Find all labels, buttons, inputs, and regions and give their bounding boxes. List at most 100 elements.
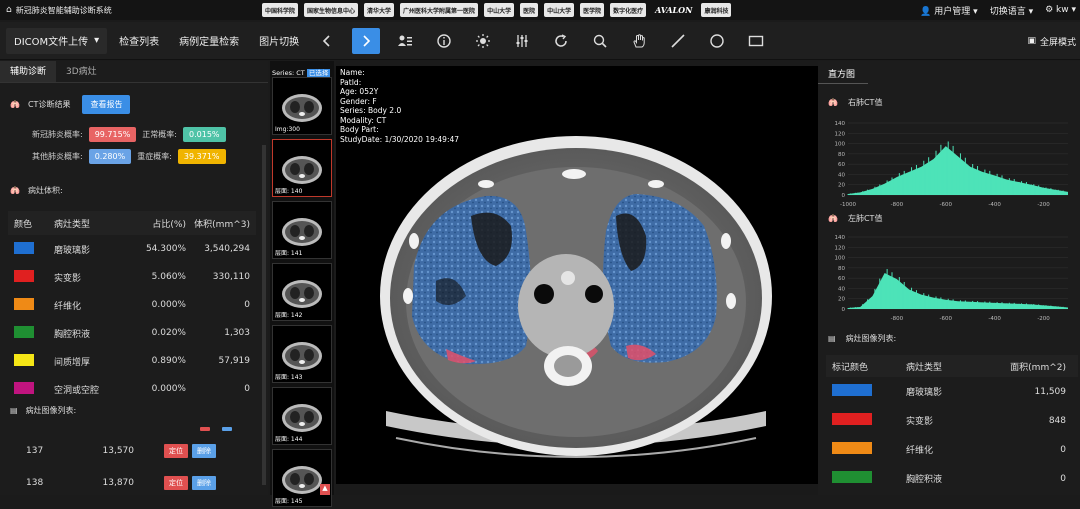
scroll-up-icon[interactable]: ▲ <box>320 484 330 495</box>
list-icon: ▤ <box>828 334 836 343</box>
y-tick-label: 20 <box>838 183 845 189</box>
delete-button[interactable]: 删除 <box>192 444 216 458</box>
lesion-color-cell <box>8 241 54 257</box>
lesion-pct: 54.300% <box>145 244 186 254</box>
rotate-button[interactable] <box>547 28 575 54</box>
lesion-volume-header: 🫁 病灶体积: <box>0 185 63 196</box>
y-tick-label: 100 <box>835 256 846 262</box>
dicom-viewer[interactable]: Name: PatId: Age: 052Y Gender: F Series:… <box>336 66 818 484</box>
locate-button[interactable]: 定位 <box>164 476 188 490</box>
viewer-scrollbar[interactable]: ▲ <box>320 484 818 495</box>
adjust-button[interactable] <box>508 28 536 54</box>
x-tick-label: -400 <box>988 202 1001 208</box>
brightness-button[interactable] <box>469 28 497 54</box>
view-report-button[interactable]: 查看报告 <box>82 95 131 114</box>
prob-row-2: 其他肺炎概率: 0.280% 重症概率: 39.371% <box>32 149 232 164</box>
locate-button[interactable] <box>200 427 210 431</box>
y-tick-label: 140 <box>835 235 846 241</box>
user-admin-menu[interactable]: 👤 用户管理 ▾ <box>920 4 977 17</box>
language-menu[interactable]: 切换语言 ▾ <box>990 4 1033 17</box>
other-prob-label: 其他肺炎概率: <box>32 152 83 161</box>
tab-3d-lesion[interactable]: 3D病灶 <box>56 61 107 82</box>
line-measure-button[interactable] <box>664 28 692 54</box>
area-row: 纤维化 0 <box>826 435 1078 464</box>
left-scrollbar[interactable] <box>262 145 266 485</box>
thumbnail[interactable]: Img:300 <box>272 77 332 135</box>
lesion-pct: 0.890% <box>151 356 186 366</box>
severe-prob-value: 39.371% <box>177 149 226 164</box>
color-swatch <box>832 413 872 425</box>
thumbnail[interactable]: 层面: 144 <box>272 387 332 445</box>
series-header: Series: CT 已选择 <box>272 67 331 77</box>
color-swatch <box>14 381 34 394</box>
partner-logo: AVALON <box>655 5 693 15</box>
marker-color-cell <box>826 471 906 486</box>
lesion-color-cell <box>8 297 54 313</box>
left-lung-histogram: 0 20 40 60 80 100 120 140 -800 -600 -400 -200 <box>835 235 1068 322</box>
pan-button[interactable] <box>625 28 653 54</box>
rectangle-roi-button[interactable] <box>742 28 770 54</box>
area-lesion-type: 纤维化 <box>906 446 934 456</box>
lesion-color-cell <box>8 325 54 341</box>
patient-info-button[interactable] <box>391 28 419 54</box>
histogram-title: 直方图 <box>828 70 856 80</box>
left-panel: 辅助诊断 3D病灶 🫁 CT诊断结果 查看报告 新冠肺炎概率: 99.715% … <box>0 61 268 495</box>
ellipse-roi-button[interactable] <box>703 28 731 54</box>
next-image-button[interactable] <box>352 27 381 54</box>
lesion-color-cell <box>8 269 54 285</box>
image-index: 138 <box>26 478 44 488</box>
lesion-row: 磨玻璃影 54.300% 3,540,294 <box>8 235 256 263</box>
x-tick-label: -800 <box>891 316 904 322</box>
right-image-list-header: ▤ 病灶图像列表: <box>828 333 896 344</box>
area-lesion-type: 实变影 <box>906 417 934 427</box>
list-icon: ▤ <box>10 406 18 415</box>
lesion-volume-label: 病灶体积: <box>27 186 63 195</box>
lesion-color-cell <box>8 353 54 369</box>
partner-logo: 中国科学院 <box>262 3 299 17</box>
zoom-button[interactable] <box>586 28 614 54</box>
thumbnail[interactable]: 层面: 142 <box>272 263 332 321</box>
thumbnail[interactable]: 层面: 140 <box>272 139 332 197</box>
marker-color-cell <box>826 413 906 428</box>
thumbnail[interactable]: 层面: 145 <box>272 449 332 507</box>
area-value: 11,509 <box>1034 386 1067 397</box>
dicom-upload-button[interactable]: DICOM文件上传 ▾ <box>6 27 108 54</box>
ct-result-header: 🫁 CT诊断结果 查看报告 <box>0 95 131 114</box>
partner-logo: 医院 <box>520 3 539 17</box>
thumbnail[interactable]: 层面: 141 <box>272 201 332 259</box>
search-icon <box>593 34 607 48</box>
delete-button[interactable] <box>222 427 232 431</box>
delete-button[interactable]: 删除 <box>192 476 216 490</box>
x-tick-label: -200 <box>1037 316 1050 322</box>
lesion-image-list: 137 13,570 定位 删除 138 13,870 定位 删除 <box>8 427 256 499</box>
dicom-metadata: Name: PatId: Age: 052Y Gender: F Series:… <box>340 68 459 144</box>
partner-logo: 中山大学 <box>484 3 515 17</box>
case-search-button[interactable]: 病例定量检索 <box>171 28 247 54</box>
lesion-type: 实变影 <box>54 273 82 284</box>
series-selected-badge: 已选择 <box>306 69 331 77</box>
app-title-area: ⌂ 新冠肺炎智能辅助诊断系统 <box>0 5 250 16</box>
thumbnail-label: 层面: 141 <box>275 250 303 257</box>
locate-button[interactable]: 定位 <box>164 444 188 458</box>
tab-diagnosis[interactable]: 辅助诊断 <box>0 61 57 82</box>
lungs-icon: 🫁 <box>828 98 838 107</box>
info-button[interactable] <box>430 28 458 54</box>
check-list-button[interactable]: 检查列表 <box>111 28 167 54</box>
image-list-label: 病灶图像列表: <box>25 406 77 415</box>
line-icon <box>671 33 685 48</box>
rectangle-icon <box>748 35 764 46</box>
fullscreen-button[interactable]: ▣ 全屏模式 <box>1027 22 1076 60</box>
area-value: 0 <box>1060 473 1066 484</box>
covid-prob-label: 新冠肺炎概率: <box>32 130 83 139</box>
severe-prob-label: 重症概率: <box>137 152 172 161</box>
y-tick-label: 40 <box>838 172 845 178</box>
lesion-type: 空洞或空腔 <box>54 385 100 396</box>
thumbnail[interactable]: 层面: 143 <box>272 325 332 383</box>
prev-image-button[interactable] <box>313 28 341 54</box>
home-icon[interactable]: ⌂ <box>6 5 12 15</box>
lesion-pct: 0.000% <box>151 300 186 310</box>
color-swatch <box>832 384 872 396</box>
toolbar: DICOM文件上传 ▾ 检查列表 病例定量检索 图片切换 ▣ 全屏模式 <box>0 22 1080 60</box>
user-account-menu[interactable]: ⚙ kw ▾ <box>1045 5 1076 15</box>
partial-row <box>8 427 256 435</box>
